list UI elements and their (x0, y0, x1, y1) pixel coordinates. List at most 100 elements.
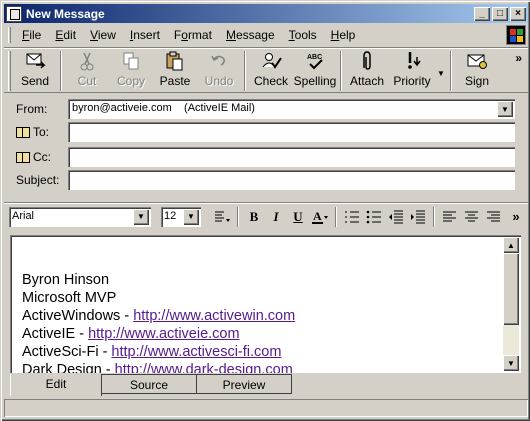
paragraph-style-icon[interactable] (211, 206, 233, 228)
menu-view[interactable]: View (83, 28, 123, 42)
main-toolbar: Send Cut Copy Paste Undo Check ABC Spell… (4, 47, 528, 93)
sign-button[interactable]: Sign (455, 48, 499, 92)
from-label: From: (16, 102, 48, 116)
priority-dropdown-icon[interactable]: ▼ (435, 48, 447, 92)
menu-tools[interactable]: Tools (282, 28, 324, 42)
spelling-button[interactable]: ABC Spelling (293, 48, 337, 92)
menu-file[interactable]: File (15, 28, 48, 42)
address-book-icon (16, 151, 30, 163)
subject-label: Subject: (16, 173, 60, 187)
body-line: Microsoft MVP (22, 290, 117, 306)
check-names-button[interactable]: Check (249, 48, 293, 92)
cut-icon (76, 51, 98, 71)
svg-text:A: A (313, 209, 322, 223)
underline-button[interactable]: U (287, 206, 309, 228)
align-left-icon[interactable] (439, 206, 461, 228)
from-select[interactable]: byron@activeie.com (ActiveIE Mail) ▼ (68, 99, 515, 119)
window-title: New Message (26, 6, 105, 21)
view-tabs: Edit Source Preview (10, 374, 292, 396)
italic-button[interactable]: I (265, 206, 287, 228)
font-size-value: 12 (164, 209, 177, 222)
formatting-toolbar: Arial ▼ 12 ▼ B I U A » (4, 202, 528, 230)
message-icon (6, 5, 22, 22)
to-button[interactable]: To: (4, 125, 68, 139)
undo-icon (208, 51, 230, 71)
signature-block: Byron Hinson Microsoft MVP ActiveWindows… (22, 271, 295, 373)
font-value: Arial (12, 209, 35, 222)
menu-help[interactable]: Help (324, 28, 363, 42)
priority-button[interactable]: Priority (389, 48, 435, 92)
format-separator (335, 206, 337, 227)
activesci-fi-link[interactable]: http://www.activesci-fi.com (111, 344, 281, 360)
toolbar-overflow-chevron[interactable]: » (515, 51, 522, 65)
undo-button[interactable]: Undo (197, 48, 241, 92)
scroll-up-icon[interactable]: ▲ (503, 237, 519, 253)
increase-indent-icon[interactable] (407, 206, 429, 228)
activewin-link[interactable]: http://www.activewin.com (133, 308, 295, 324)
paste-icon (164, 51, 186, 71)
close-button[interactable]: × (510, 6, 526, 21)
format-separator (237, 206, 239, 227)
scroll-down-icon[interactable]: ▼ (503, 355, 519, 371)
address-book-icon (16, 126, 30, 138)
copy-button[interactable]: Copy (109, 48, 153, 92)
dark-design-link[interactable]: http://www.dark-design.com (115, 362, 293, 373)
font-color-icon[interactable]: A (309, 206, 331, 228)
title-bar[interactable]: New Message _ □ × (4, 4, 528, 23)
paperclip-icon (356, 51, 378, 71)
body-line: ActiveSci-Fi - http://www.activesci-fi.c… (22, 344, 282, 360)
body-line: Dark Design - http://www.dark-design.com (22, 361, 295, 373)
numbered-list-icon[interactable] (341, 206, 363, 228)
attach-button[interactable]: Attach (345, 48, 389, 92)
from-dropdown-button[interactable]: ▼ (497, 101, 513, 117)
svg-text:ABC: ABC (307, 54, 322, 61)
font-size-dropdown-button[interactable]: ▼ (183, 208, 199, 225)
body-line: ActiveWindows - http://www.activewin.com (22, 308, 296, 324)
menu-insert[interactable]: Insert (123, 28, 167, 42)
scroll-thumb[interactable] (503, 253, 519, 325)
send-icon (24, 51, 46, 71)
bullet-list-icon[interactable] (363, 206, 385, 228)
menu-bar: File Edit View Insert Format Message Too… (4, 25, 528, 45)
font-size-select[interactable]: 12 ▼ (161, 206, 201, 227)
menubar-grip[interactable] (8, 27, 11, 43)
menu-edit[interactable]: Edit (48, 28, 83, 42)
message-body-editor[interactable]: Byron Hinson Microsoft MVP ActiveWindows… (10, 235, 521, 373)
format-separator (433, 206, 435, 227)
minimize-button[interactable]: _ (474, 6, 490, 21)
tab-preview[interactable]: Preview (196, 374, 292, 394)
decrease-indent-icon[interactable] (385, 206, 407, 228)
format-overflow-chevron[interactable]: » (505, 206, 527, 228)
menu-format[interactable]: Format (167, 28, 219, 42)
to-field[interactable] (68, 122, 515, 142)
menu-message[interactable]: Message (219, 28, 282, 42)
align-center-icon[interactable] (461, 206, 483, 228)
vertical-scrollbar[interactable]: ▲ ▼ (503, 237, 519, 371)
font-select[interactable]: Arial ▼ (9, 206, 151, 227)
toolbar-separator (244, 51, 246, 91)
sign-icon (466, 51, 488, 71)
toolbar-grip[interactable] (8, 51, 11, 91)
toolbar-separator (340, 51, 342, 91)
copy-icon (120, 51, 142, 71)
paste-button[interactable]: Paste (153, 48, 197, 92)
cc-button[interactable]: Cc: (4, 150, 68, 164)
toolbar-separator (450, 51, 452, 91)
toolbar-separator (60, 51, 62, 91)
maximize-button[interactable]: □ (492, 6, 508, 21)
tab-edit[interactable]: Edit (10, 374, 102, 396)
send-button[interactable]: Send (13, 48, 57, 92)
windows-logo-icon (506, 25, 526, 45)
from-value: byron@activeie.com (ActiveIE Mail) (72, 102, 255, 114)
tab-source[interactable]: Source (101, 374, 197, 394)
bold-button[interactable]: B (243, 206, 265, 228)
activeie-link[interactable]: http://www.activeie.com (88, 326, 240, 342)
body-line: Byron Hinson (22, 272, 110, 288)
spelling-icon: ABC (304, 51, 326, 71)
cut-button[interactable]: Cut (65, 48, 109, 92)
font-dropdown-button[interactable]: ▼ (133, 208, 149, 225)
cc-field[interactable] (68, 147, 515, 167)
subject-field[interactable] (68, 170, 515, 190)
align-right-icon[interactable] (483, 206, 505, 228)
status-bar (4, 399, 528, 417)
